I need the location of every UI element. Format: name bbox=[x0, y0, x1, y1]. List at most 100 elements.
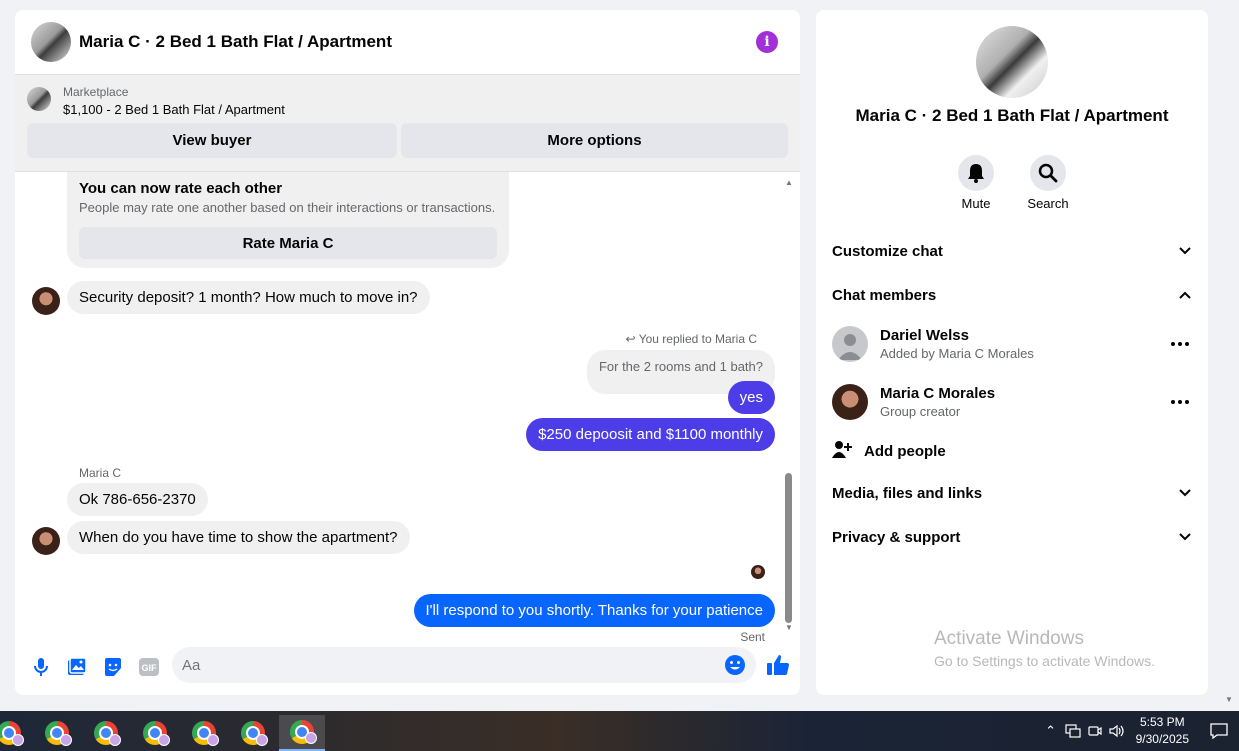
svg-text:GIF: GIF bbox=[142, 663, 158, 673]
member-row[interactable]: Dariel Welss Added by Maria C Morales bbox=[832, 324, 1192, 364]
chat-header: Maria C · 2 Bed 1 Bath Flat / Apartment … bbox=[15, 10, 800, 75]
bell-icon[interactable] bbox=[958, 155, 994, 191]
sticker-icon[interactable] bbox=[101, 655, 125, 679]
details-title: Maria C · 2 Bed 1 Bath Flat / Apartment bbox=[855, 106, 1169, 125]
rate-title: You can now rate each other bbox=[79, 180, 283, 197]
gif-icon[interactable]: GIF bbox=[137, 655, 161, 679]
default-avatar-icon bbox=[832, 326, 868, 362]
info-icon[interactable]: i bbox=[756, 31, 778, 53]
rate-card: You can now rate each other People may r… bbox=[67, 172, 509, 268]
message-bubble[interactable]: Ok 786-656-2370 bbox=[67, 483, 208, 516]
microphone-icon[interactable] bbox=[29, 655, 53, 679]
emoji-icon[interactable] bbox=[724, 654, 746, 676]
add-people-label: Add people bbox=[864, 442, 946, 460]
chrome-icon[interactable] bbox=[0, 715, 32, 751]
network-icon[interactable] bbox=[1062, 711, 1084, 751]
media-section[interactable]: Media, files and links bbox=[832, 478, 1192, 508]
rate-subtitle: People may rate one another based on the… bbox=[79, 200, 496, 215]
reply-label-text: You replied to Maria C bbox=[638, 332, 757, 346]
sender-name: Maria C bbox=[79, 466, 122, 480]
details-panel: Maria C · 2 Bed 1 Bath Flat / Apartment … bbox=[816, 10, 1208, 695]
scroll-thumb[interactable] bbox=[785, 473, 792, 623]
watermark-subtitle: Go to Settings to activate Windows. bbox=[934, 653, 1155, 669]
privacy-label: Privacy & support bbox=[832, 528, 961, 546]
notification-icon[interactable] bbox=[1199, 723, 1239, 739]
taskbar: ⌃ 5:53 PM 9/30/2025 bbox=[0, 711, 1239, 751]
listing-title[interactable]: $1,100 - 2 Bed 1 Bath Flat / Apartment bbox=[63, 102, 285, 117]
marketplace-banner: Marketplace $1,100 - 2 Bed 1 Bath Flat /… bbox=[15, 75, 800, 172]
rate-button[interactable]: Rate Maria C bbox=[79, 227, 497, 259]
chrome-icon[interactable] bbox=[83, 715, 129, 751]
chevron-down-icon bbox=[1178, 529, 1192, 546]
listing-thumbnail[interactable] bbox=[27, 87, 51, 111]
reply-icon: ↩ bbox=[625, 332, 636, 346]
more-options-button[interactable]: More options bbox=[401, 123, 788, 158]
more-icon[interactable] bbox=[1168, 400, 1192, 404]
marketplace-label: Marketplace bbox=[63, 85, 129, 99]
listing-avatar[interactable] bbox=[31, 22, 71, 62]
search-label: Search bbox=[1027, 196, 1069, 211]
chevron-up-icon bbox=[1178, 287, 1192, 304]
customize-chat-section[interactable]: Customize chat bbox=[832, 236, 1192, 266]
sent-status: Sent bbox=[740, 630, 765, 644]
details-avatar[interactable] bbox=[976, 26, 1048, 98]
message-bubble[interactable]: Security deposit? 1 month? How much to m… bbox=[67, 281, 430, 314]
member-name: Maria C Morales bbox=[880, 385, 996, 402]
chat-members-label: Chat members bbox=[832, 286, 937, 304]
chrome-icon[interactable] bbox=[132, 715, 178, 751]
chrome-icon[interactable] bbox=[34, 715, 80, 751]
chrome-icon[interactable] bbox=[230, 715, 276, 751]
member-name: Dariel Welss bbox=[880, 327, 969, 344]
scroll-down-icon[interactable]: ▼ bbox=[784, 623, 794, 633]
add-people-button[interactable]: Add people bbox=[832, 440, 946, 462]
search-icon[interactable] bbox=[1030, 155, 1066, 191]
customize-chat-label: Customize chat bbox=[832, 242, 943, 260]
watermark-title: Activate Windows bbox=[934, 628, 1084, 649]
seen-avatar bbox=[751, 565, 765, 579]
chat-title[interactable]: Maria C · 2 Bed 1 Bath Flat / Apartment bbox=[79, 32, 756, 52]
chevron-down-icon bbox=[1178, 485, 1192, 502]
page-scroll-down-icon[interactable]: ▼ bbox=[1225, 695, 1233, 704]
search-button[interactable]: Search bbox=[1027, 155, 1069, 211]
reply-label: ↩ You replied to Maria C bbox=[626, 332, 757, 346]
mute-button[interactable]: Mute bbox=[958, 155, 994, 211]
message-input[interactable] bbox=[182, 656, 756, 674]
message-input-wrap bbox=[172, 647, 756, 683]
clock[interactable]: 5:53 PM 9/30/2025 bbox=[1136, 714, 1189, 748]
privacy-section[interactable]: Privacy & support bbox=[832, 522, 1192, 552]
clock-date: 9/30/2025 bbox=[1135, 732, 1189, 746]
message-list: You can now rate each other People may r… bbox=[15, 172, 800, 644]
chat-panel: Maria C · 2 Bed 1 Bath Flat / Apartment … bbox=[15, 10, 800, 695]
scroll-up-icon[interactable]: ▲ bbox=[784, 178, 794, 188]
message-bubble[interactable]: When do you have time to show the apartm… bbox=[67, 521, 410, 554]
more-icon[interactable] bbox=[1168, 342, 1192, 346]
member-row[interactable]: Maria C Morales Group creator bbox=[832, 382, 1192, 422]
like-icon[interactable] bbox=[766, 653, 790, 677]
chevron-down-icon bbox=[1178, 243, 1192, 260]
message-bubble[interactable]: I'll respond to you shortly. Thanks for … bbox=[413, 594, 775, 627]
clock-time: 5:53 PM bbox=[1139, 715, 1185, 729]
message-bubble[interactable]: $250 depoosit and $1100 monthly bbox=[526, 418, 775, 451]
chrome-icon[interactable] bbox=[279, 715, 325, 751]
photo-icon[interactable] bbox=[65, 655, 89, 679]
add-person-icon bbox=[832, 440, 852, 462]
view-buyer-button[interactable]: View buyer bbox=[27, 123, 397, 158]
composer: GIF bbox=[15, 647, 800, 687]
media-label: Media, files and links bbox=[832, 484, 983, 502]
chat-members-section[interactable]: Chat members bbox=[832, 280, 1192, 310]
volume-icon[interactable] bbox=[1106, 711, 1128, 751]
system-tray: ⌃ 5:53 PM 9/30/2025 bbox=[1040, 711, 1239, 751]
mute-label: Mute bbox=[961, 196, 991, 211]
avatar bbox=[832, 384, 868, 420]
meet-now-icon[interactable] bbox=[1084, 711, 1106, 751]
message-scrollbar[interactable]: ▲ ▼ bbox=[784, 178, 794, 633]
avatar[interactable] bbox=[32, 527, 60, 555]
member-subtitle: Group creator bbox=[880, 404, 961, 419]
details-actions: Mute Search bbox=[816, 155, 1208, 211]
chrome-icon[interactable] bbox=[181, 715, 227, 751]
message-bubble[interactable]: yes bbox=[727, 381, 775, 414]
avatar[interactable] bbox=[32, 287, 60, 315]
chevron-up-icon[interactable]: ⌃ bbox=[1040, 711, 1062, 751]
activate-windows-watermark: Activate Windows Go to Settings to activ… bbox=[934, 628, 1155, 669]
member-subtitle: Added by Maria C Morales bbox=[880, 346, 1034, 361]
